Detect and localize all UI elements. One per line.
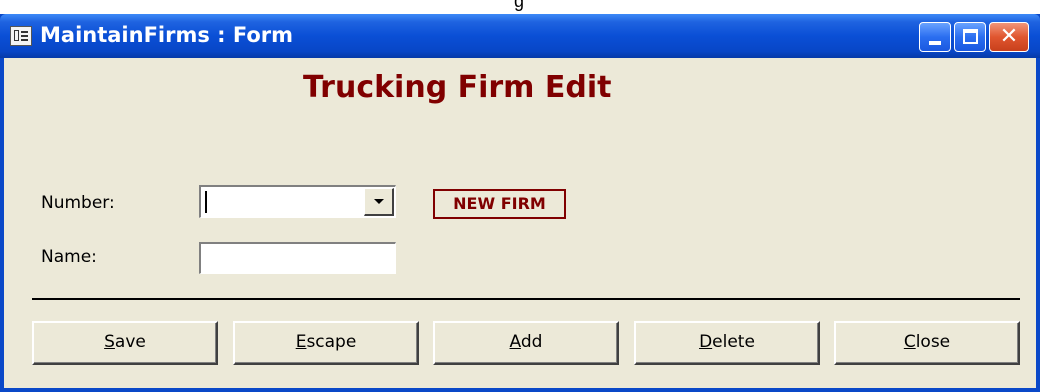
- maximize-icon: [963, 29, 978, 44]
- escape-button-label: scape: [306, 332, 357, 352]
- close-button[interactable]: Close: [834, 321, 1020, 365]
- minimize-icon: [929, 41, 941, 45]
- title-bar[interactable]: MaintainFirms : Form ✕: [0, 14, 1040, 58]
- save-button-accelerator: S: [104, 332, 115, 352]
- close-button-accelerator: C: [903, 332, 916, 352]
- number-label: Number:: [41, 193, 115, 213]
- delete-button-accelerator: D: [699, 332, 713, 352]
- escape-button-accelerator: E: [295, 332, 307, 352]
- save-button-label: ave: [114, 332, 146, 352]
- escape-button[interactable]: Escape: [233, 321, 419, 365]
- number-input[interactable]: [203, 189, 362, 215]
- number-combo-box[interactable]: [199, 185, 396, 218]
- delete-button[interactable]: Delete: [634, 321, 820, 365]
- add-button-label: dd: [520, 332, 543, 352]
- form-body: Trucking Firm Edit Number: NEW FIRM Name…: [4, 58, 1036, 388]
- dropdown-arrow-icon[interactable]: [364, 188, 394, 216]
- close-window-button[interactable]: ✕: [989, 22, 1029, 52]
- background-document-sliver: g: [0, 0, 1047, 14]
- form-window: MaintainFirms : Form ✕ Trucking Firm Edi…: [0, 14, 1040, 392]
- divider-line: [32, 298, 1020, 300]
- window-title: MaintainFirms : Form: [40, 23, 294, 47]
- save-button[interactable]: Save: [32, 321, 218, 365]
- minimize-button[interactable]: [919, 22, 951, 52]
- partial-background-text: g: [514, 0, 525, 11]
- close-icon: ✕: [999, 24, 1019, 49]
- close-button-label: lose: [915, 332, 951, 352]
- name-label: Name:: [41, 247, 97, 267]
- maximize-button[interactable]: [954, 22, 986, 52]
- form-heading: Trucking Firm Edit: [303, 70, 612, 105]
- name-input[interactable]: [199, 242, 396, 274]
- new-firm-label: NEW FIRM: [433, 189, 566, 219]
- delete-button-label: elete: [712, 332, 755, 352]
- form-icon[interactable]: [10, 26, 32, 46]
- add-button-accelerator: A: [509, 332, 521, 352]
- add-button[interactable]: Add: [433, 321, 619, 365]
- text-cursor: [205, 191, 207, 213]
